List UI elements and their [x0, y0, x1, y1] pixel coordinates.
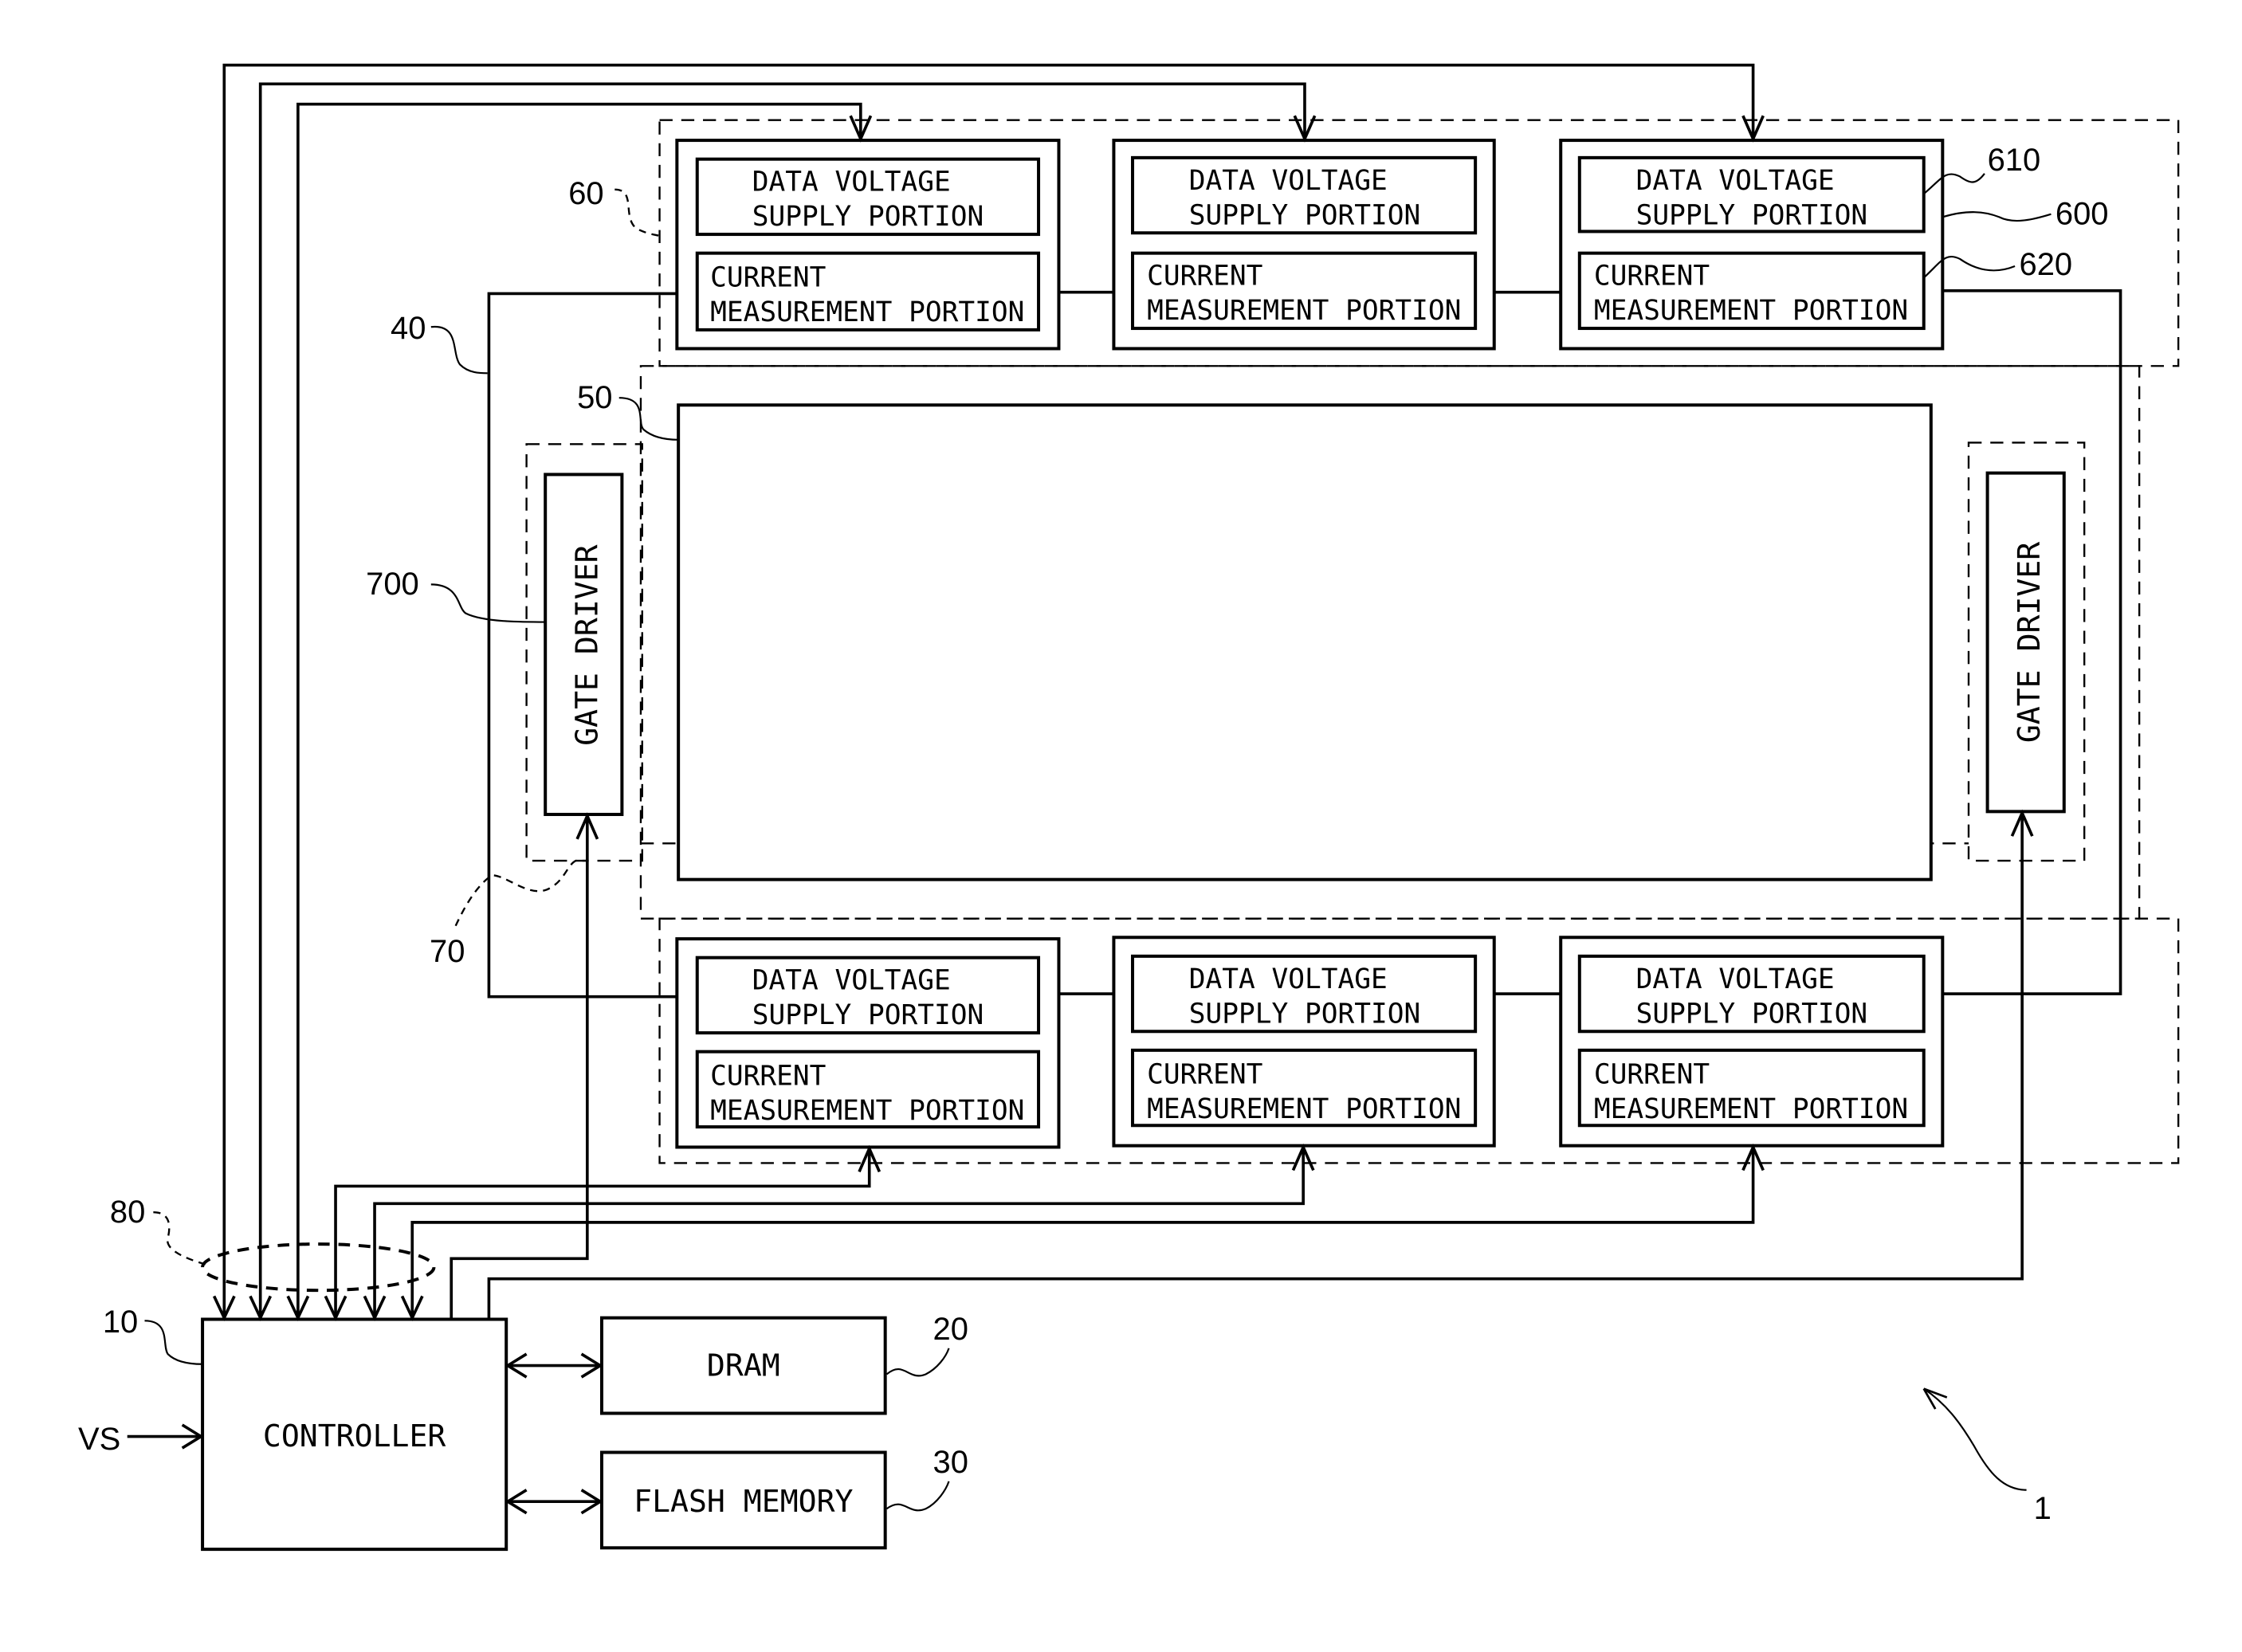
leader-40 [430, 326, 488, 375]
source-module-bottom-1: DATA VOLTAGE SUPPLY PORTION CURRENT MEAS… [675, 937, 1061, 1149]
dvs-label-line1: DATA VOLTAGE [1636, 165, 1835, 197]
gate-driver-label: GATE DRIVER [2012, 542, 2047, 743]
source-module-bottom-2: DATA VOLTAGE SUPPLY PORTION CURRENT MEAS… [1112, 936, 1496, 1148]
gate-driver-right: GATE DRIVER [1985, 471, 2066, 814]
leader-80 [153, 1211, 206, 1265]
flash-memory-label: FLASH MEMORY [634, 1484, 853, 1519]
dvs-label-line1: DATA VOLTAGE [752, 167, 951, 198]
ref-620: 620 [2020, 247, 2073, 282]
cm-label-line1: CURRENT [1147, 1059, 1262, 1091]
ref-10: 10 [103, 1305, 138, 1340]
ref-20: 20 [933, 1312, 968, 1347]
dvs-label-line1: DATA VOLTAGE [1189, 165, 1388, 197]
cm-label-line1: CURRENT [710, 1060, 826, 1092]
dvs-label-line2: SUPPLY PORTION [752, 201, 984, 233]
leader-600 [1942, 211, 2052, 222]
dvs-label-line2: SUPPLY PORTION [1636, 199, 1867, 231]
controller-dram-link [505, 1352, 603, 1379]
source-module-bottom-3: DATA VOLTAGE SUPPLY PORTION CURRENT MEAS… [1559, 936, 1945, 1148]
dvs-label-line2: SUPPLY PORTION [752, 999, 984, 1031]
dvs-label-line1: DATA VOLTAGE [1636, 963, 1835, 995]
dvs-label-line2: SUPPLY PORTION [1189, 199, 1420, 231]
ref-610: 610 [1988, 143, 2041, 178]
vs-input-arrow [127, 1423, 204, 1450]
leader-10 [144, 1320, 203, 1365]
ref-600: 600 [2055, 196, 2109, 231]
source-module-top-2: DATA VOLTAGE SUPPLY PORTION CURRENT MEAS… [1112, 139, 1496, 351]
bus-to-bottom-module-1 [324, 1144, 881, 1321]
ref-60: 60 [568, 176, 603, 211]
cm-label-line1: CURRENT [1594, 1059, 1710, 1091]
ref-50: 50 [577, 380, 612, 415]
gate-driver-left: GATE DRIVER [544, 473, 624, 816]
cm-label-line1: CURRENT [1594, 261, 1710, 292]
cm-label-line2: MEASUREMENT PORTION [1147, 295, 1461, 327]
signal-bus-ellipse [201, 1242, 436, 1293]
ref-40: 40 [391, 311, 426, 346]
cm-label-line1: CURRENT [1147, 261, 1262, 292]
leader-60 [614, 188, 660, 237]
ref-70: 70 [430, 934, 465, 969]
cm-label-line1: CURRENT [710, 261, 826, 293]
cm-label-line2: MEASUREMENT PORTION [1594, 295, 1908, 327]
source-module-top-3: DATA VOLTAGE SUPPLY PORTION CURRENT MEAS… [1559, 139, 1945, 351]
cm-label-line2: MEASUREMENT PORTION [1147, 1093, 1461, 1125]
ref-80: 80 [110, 1195, 145, 1230]
dvs-label-line1: DATA VOLTAGE [752, 965, 951, 997]
dvs-label-line2: SUPPLY PORTION [1636, 998, 1867, 1030]
dvs-label-line2: SUPPLY PORTION [1189, 998, 1420, 1030]
cm-label-line2: MEASUREMENT PORTION [710, 1095, 1024, 1127]
leader-70 [454, 859, 587, 927]
ref-30: 30 [933, 1445, 968, 1480]
bus-to-bottom-module-2 [363, 1143, 1315, 1321]
leader-20 [885, 1348, 950, 1377]
source-module-top-1: DATA VOLTAGE SUPPLY PORTION CURRENT MEAS… [675, 139, 1061, 351]
dram-label: DRAM [707, 1348, 780, 1383]
display-device-block-diagram: DATA VOLTAGE SUPPLY PORTION CURRENT MEAS… [78, 63, 2180, 1552]
bus-to-left-gate-driver [450, 812, 599, 1318]
dvs-label-line1: DATA VOLTAGE [1189, 963, 1388, 995]
leader-50 [618, 397, 679, 441]
display-panel [677, 403, 1933, 881]
controller-flash-link [505, 1489, 603, 1515]
leader-30 [885, 1481, 950, 1512]
bus-to-bottom-module-3 [400, 1143, 1765, 1321]
gate-driver-label: GATE DRIVER [570, 544, 605, 745]
figure-pointer-arrow [1922, 1387, 2027, 1491]
ref-1: 1 [2034, 1491, 2052, 1526]
ref-700: 700 [366, 567, 419, 602]
cm-label-line2: MEASUREMENT PORTION [1594, 1093, 1908, 1125]
cm-label-line2: MEASUREMENT PORTION [710, 296, 1024, 328]
vs-label: VS [78, 1422, 120, 1457]
controller-label: CONTROLLER [263, 1419, 446, 1454]
